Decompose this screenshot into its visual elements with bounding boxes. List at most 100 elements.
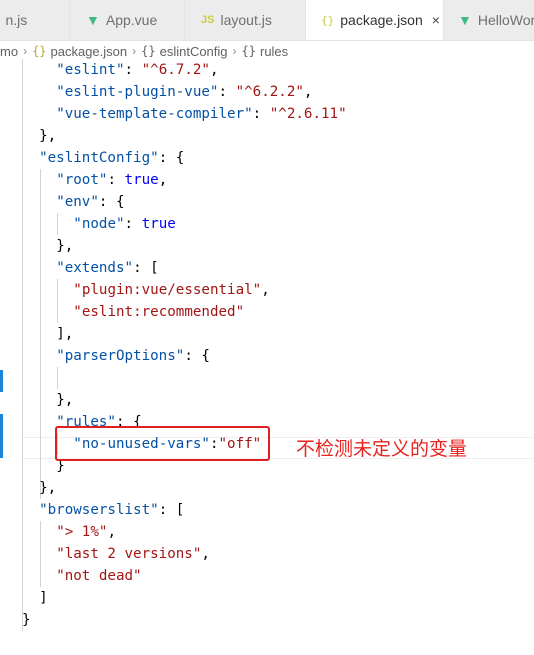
indent-guide [57,367,58,389]
tab-layout-js[interactable]: JS layout.js [185,0,306,40]
json-boolean: true [124,172,159,188]
javascript-file-icon: JS [201,14,215,26]
indent-guide [57,279,58,323]
json-key: "env" [56,194,99,210]
json-punctuation: }, [56,392,74,408]
json-key: "eslintConfig" [39,150,159,166]
json-file-icon: {} [32,44,47,58]
json-punctuation: : { [98,194,125,210]
breadcrumb-item-eslintconfig[interactable]: eslintConfig [160,44,228,59]
json-punctuation: , [261,282,270,298]
object-symbol-icon: {} [241,44,256,58]
tab-label: App.vue [105,12,158,28]
code-line: "plugin:vue/essential", [73,279,269,301]
code-line: "root": true, [56,169,167,191]
highlight-box [55,426,270,461]
json-punctuation: : { [184,348,210,364]
indent-guide [39,169,41,499]
json-string: "not dead" [56,568,142,584]
json-punctuation: , [201,546,210,562]
tab-label: layout.js [220,12,272,28]
code-line: "browserslist": [ [39,499,184,521]
tab-label: n.js [5,12,28,28]
json-punctuation: ], [56,326,74,342]
code-line: "vue-template-compiler": "^2.6.11" [56,103,346,125]
json-colon: : [124,216,142,232]
tab-main-js[interactable]: JS n.js [0,0,70,40]
json-key: "browserslist" [39,502,159,518]
code-line: "eslint-plugin-vue": "^6.2.2", [56,81,312,103]
indent-guide [57,213,58,235]
json-key: "extends" [56,260,134,276]
json-file-icon: {} [321,13,335,27]
json-punctuation: } [22,612,31,628]
code-line: "not dead" [56,565,141,587]
json-string: "^6.2.2" [235,84,304,100]
json-key: "eslint-plugin-vue" [56,84,219,100]
editor-tab-bar: JS n.js ▼ App.vue JS layout.js {} packag… [0,0,534,41]
code-line: }, [39,477,56,499]
code-line: ], [56,323,73,345]
tab-helloworld[interactable]: ▼ HelloWorld [444,0,534,40]
code-line: "env": { [56,191,124,213]
breadcrumb-item-rules[interactable]: rules [260,44,288,59]
json-boolean: true [141,216,176,232]
json-punctuation: }, [56,238,74,254]
breadcrumb-root[interactable]: mo [0,44,18,59]
close-icon[interactable]: × [432,12,440,28]
tab-label: HelloWorld [477,12,534,28]
breadcrumb-item-package-json[interactable]: package.json [51,44,128,59]
annotation-note: 不检测未定义的变量 [296,438,468,460]
code-line: ] [39,587,48,609]
object-symbol-icon: {} [141,44,156,58]
json-punctuation: , [303,84,313,100]
json-punctuation: ] [39,590,48,606]
json-key: "node" [73,216,125,232]
chevron-right-icon: › [132,44,137,58]
indent-guide [22,59,23,631]
json-punctuation: : [ [158,502,185,518]
json-key: "vue-template-compiler" [56,106,253,122]
code-line: } [22,609,31,631]
tab-app-vue[interactable]: ▼ App.vue [70,0,185,40]
json-string: "^2.6.11" [269,106,347,122]
tab-package-json[interactable]: {} package.json × [306,0,444,40]
code-line: }, [56,389,73,411]
json-key: "eslint" [56,62,125,78]
code-line: "last 2 versions", [56,543,210,565]
json-punctuation: , [107,524,116,540]
json-colon: : [252,106,270,122]
json-key: "root" [56,172,108,188]
json-colon: : [107,172,125,188]
vue-file-icon: ▼ [458,12,472,28]
chevron-right-icon: › [23,44,28,58]
code-line: "eslint:recommended" [73,301,244,323]
code-line: "> 1%", [56,521,116,543]
code-line: "eslint": "^6.7.2", [56,59,218,81]
json-string: "eslint:recommended" [73,304,245,320]
code-line: }, [56,235,73,257]
code-line: "node": true [73,213,176,235]
json-colon: : [124,62,142,78]
chevron-right-icon: › [232,44,237,58]
json-punctuation: : [ [133,260,159,276]
code-line: "eslintConfig": { [39,147,184,169]
code-editor[interactable]: "eslint": "^6.7.2", "eslint-plugin-vue": … [0,59,534,655]
json-punctuation: }, [39,480,57,496]
json-string: "> 1%" [56,524,108,540]
json-punctuation: : { [158,150,185,166]
code-line: "extends": [ [56,257,159,279]
json-punctuation: }, [39,128,57,144]
modified-line-marker [0,414,3,458]
indent-guide [39,521,41,587]
json-string: "last 2 versions" [56,546,202,562]
json-string: "^6.7.2" [141,62,210,78]
tab-label: package.json [340,12,423,28]
json-key: "parserOptions" [56,348,185,364]
json-punctuation: , [209,62,219,78]
json-colon: : [218,84,236,100]
modified-line-marker [0,370,3,392]
code-line: }, [39,125,56,147]
json-punctuation: , [158,172,168,188]
code-line: "parserOptions": { [56,345,210,367]
